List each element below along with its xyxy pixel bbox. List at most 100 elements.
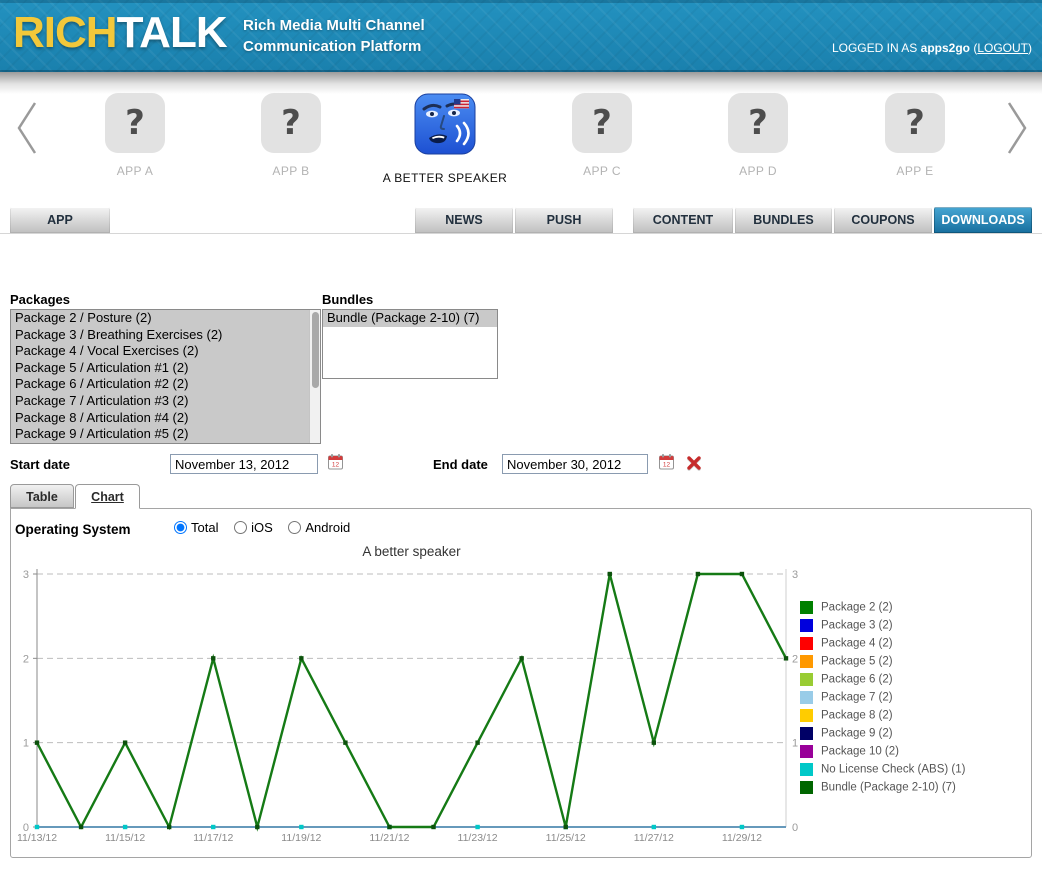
downloads-line-chart: A better speaker0 01 12 23 311/13/12 11/15/12… bbox=[17, 544, 798, 844]
tab-news[interactable]: NEWS bbox=[415, 207, 513, 233]
placeholder-app-icon: ? bbox=[572, 93, 632, 153]
subtab-table[interactable]: Table bbox=[10, 484, 74, 508]
package-list-item[interactable]: Package 4 / Vocal Exercises (2) bbox=[11, 343, 320, 360]
package-list-item[interactable]: Package 8 / Articulation #4 (2) bbox=[11, 409, 320, 427]
tab-downloads[interactable]: DOWNLOADS bbox=[934, 207, 1032, 233]
app-label: A BETTER SPEAKER bbox=[382, 171, 508, 185]
placeholder-app-icon: ? bbox=[885, 93, 945, 153]
login-status: LOGGED IN AS apps2go (LOGOUT) bbox=[831, 41, 1032, 55]
app-header: RICHTALK Rich Media Multi Channel Commun… bbox=[0, 0, 1042, 72]
app-label: APP D bbox=[739, 164, 777, 178]
bundle-list-item[interactable]: Bundle (Package 2-10) (7) bbox=[323, 310, 497, 327]
radio-ios-input[interactable] bbox=[234, 521, 248, 534]
logout-link[interactable]: LOGOUT bbox=[977, 41, 1028, 55]
svg-text:1: 1 bbox=[23, 738, 29, 750]
better-speaker-icon bbox=[414, 93, 476, 160]
legend-item: Package 2 (2) bbox=[800, 601, 965, 619]
legend-label: Package 2 (2) bbox=[821, 601, 893, 614]
legend-label: Package 8 (2) bbox=[821, 709, 893, 722]
packages-listbox[interactable]: Package 2 / Posture (2) Package 3 / Breat… bbox=[10, 309, 321, 444]
start-date-label: Start date bbox=[10, 457, 70, 472]
legend-item: Package 7 (2) bbox=[800, 691, 965, 709]
legend-swatch bbox=[800, 709, 813, 723]
package-list-item[interactable]: Package 7 / Articulation #3 (2) bbox=[11, 392, 320, 410]
end-date-label: End date bbox=[433, 457, 488, 472]
legend-label: No License Check (ABS) (1) bbox=[821, 763, 966, 776]
svg-text:2: 2 bbox=[23, 653, 29, 665]
radio-total-input[interactable] bbox=[174, 521, 187, 534]
svg-text:3: 3 bbox=[792, 569, 798, 581]
legend-label: Package 7 (2) bbox=[821, 691, 893, 704]
tab-coupons[interactable]: COUPONS bbox=[834, 207, 932, 233]
legend-label: Package 4 (2) bbox=[821, 637, 893, 650]
carousel-app-a[interactable]: ? APP A bbox=[75, 93, 195, 178]
legend-item: Package 10 (2) bbox=[800, 745, 965, 763]
package-list-item[interactable]: Package 6 / Articulation #2 (2) bbox=[11, 376, 320, 393]
os-radio-group: Total iOS Android bbox=[174, 520, 362, 535]
svg-text:11/29/12: 11/29/12 bbox=[722, 832, 762, 844]
carousel-app-b[interactable]: ? APP B bbox=[231, 93, 351, 178]
svg-text:11/27/12: 11/27/12 bbox=[634, 832, 674, 844]
packages-scrollbar[interactable] bbox=[309, 310, 320, 443]
radio-ios[interactable]: iOS bbox=[234, 520, 273, 535]
radio-total[interactable]: Total bbox=[174, 520, 218, 535]
username: apps2go bbox=[920, 41, 970, 55]
legend-item: Package 3 (2) bbox=[800, 619, 965, 637]
tab-bundles[interactable]: BUNDLES bbox=[735, 207, 832, 233]
app-carousel: ? APP A ? APP B A BETTER SPEAKER ? APP C… bbox=[0, 85, 1042, 195]
legend-label: Package 3 (2) bbox=[821, 619, 893, 632]
clear-dates-icon[interactable] bbox=[685, 454, 703, 477]
svg-text:1: 1 bbox=[792, 738, 798, 750]
tab-app[interactable]: APP bbox=[10, 207, 110, 233]
carousel-app-d[interactable]: ? APP D bbox=[698, 93, 818, 178]
start-date-calendar-icon[interactable]: 12 bbox=[327, 453, 344, 476]
legend-item: Package 8 (2) bbox=[800, 709, 965, 727]
legend-swatch bbox=[800, 637, 813, 651]
start-date-input[interactable] bbox=[170, 454, 318, 474]
chart-legend: Package 2 (2) Package 3 (2) Package 4 (2) P… bbox=[800, 601, 965, 799]
carousel-app-c[interactable]: ? APP C bbox=[542, 93, 662, 178]
logo-rich: RICH bbox=[13, 8, 118, 57]
legend-swatch bbox=[800, 673, 813, 687]
subtab-chart[interactable]: Chart bbox=[75, 484, 140, 509]
tagline: Rich Media Multi Channel Communication P… bbox=[243, 15, 425, 57]
placeholder-app-icon: ? bbox=[105, 93, 165, 153]
legend-label: Package 6 (2) bbox=[821, 673, 893, 686]
login-prefix: LOGGED IN AS bbox=[831, 41, 921, 55]
tagline-line1: Rich Media Multi Channel bbox=[243, 17, 425, 34]
package-list-item[interactable]: Package 9 / Articulation #5 (2) bbox=[11, 426, 320, 443]
operating-system-label: Operating System bbox=[15, 522, 131, 537]
carousel-app-e[interactable]: ? APP E bbox=[855, 93, 975, 178]
carousel-prev-icon[interactable] bbox=[14, 98, 40, 163]
legend-item: Package 6 (2) bbox=[800, 673, 965, 691]
carousel-app-a-better-speaker[interactable]: A BETTER SPEAKER bbox=[370, 93, 520, 185]
tab-content[interactable]: CONTENT bbox=[633, 207, 733, 233]
svg-text:12: 12 bbox=[663, 462, 671, 469]
app-label: APP E bbox=[896, 164, 934, 178]
scrollbar-thumb[interactable] bbox=[311, 312, 319, 388]
package-list-item[interactable]: Package 3 / Breathing Exercises (2) bbox=[11, 326, 320, 344]
end-date-input[interactable] bbox=[502, 454, 648, 474]
placeholder-app-icon: ? bbox=[261, 93, 321, 153]
radio-android[interactable]: Android bbox=[288, 520, 350, 535]
legend-item: Package 5 (2) bbox=[800, 655, 965, 673]
bundles-listbox[interactable]: Bundle (Package 2-10) (7) bbox=[322, 309, 498, 379]
series-line-0 bbox=[35, 572, 788, 832]
placeholder-app-icon: ? bbox=[728, 93, 788, 153]
package-list-item[interactable]: Package 2 / Posture (2) bbox=[11, 310, 320, 327]
svg-text:11/21/12: 11/21/12 bbox=[369, 832, 409, 844]
legend-label: Package 5 (2) bbox=[821, 655, 893, 668]
app-label: APP C bbox=[583, 164, 621, 178]
radio-android-input[interactable] bbox=[288, 521, 302, 534]
tab-push[interactable]: PUSH bbox=[515, 207, 613, 233]
carousel-next-icon[interactable] bbox=[1004, 98, 1030, 163]
svg-text:11/23/12: 11/23/12 bbox=[458, 832, 498, 844]
end-date-calendar-icon[interactable]: 12 bbox=[658, 453, 675, 476]
svg-text:11/25/12: 11/25/12 bbox=[546, 832, 586, 844]
package-list-item[interactable]: Package 5 / Articulation #1 (2) bbox=[11, 359, 320, 377]
legend-label: Package 10 (2) bbox=[821, 745, 899, 758]
legend-item: Bundle (Package 2-10) (7) bbox=[800, 781, 965, 799]
legend-swatch bbox=[800, 763, 813, 777]
svg-text:A better speaker: A better speaker bbox=[362, 544, 461, 559]
svg-text:12: 12 bbox=[332, 462, 340, 469]
